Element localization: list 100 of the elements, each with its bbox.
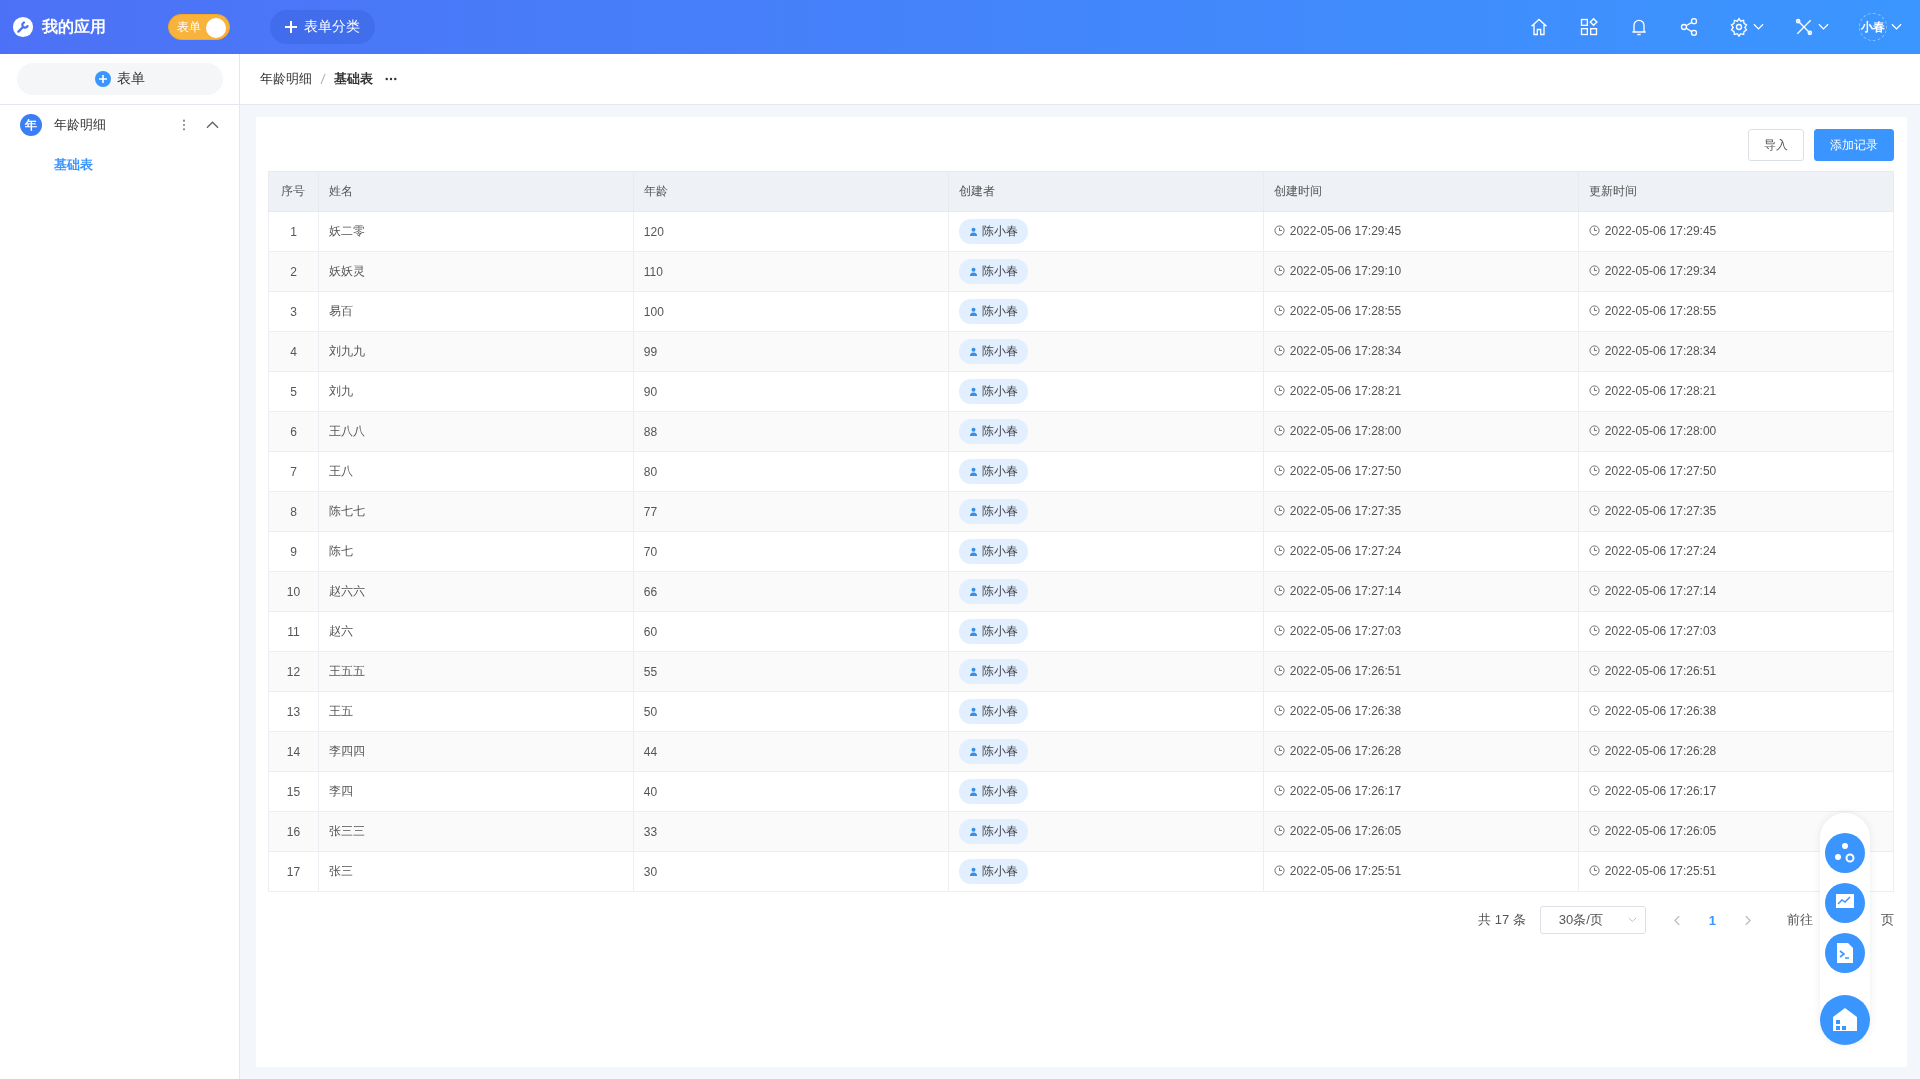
table-cell: 7 bbox=[268, 451, 319, 492]
clock-icon bbox=[1273, 825, 1285, 837]
chevron-icon[interactable] bbox=[206, 121, 219, 129]
plus-icon bbox=[284, 20, 298, 34]
clock-icon bbox=[1588, 705, 1600, 717]
clock-icon bbox=[1588, 465, 1600, 477]
table-cell: 70 bbox=[633, 531, 949, 572]
creator-name: 陈小春 bbox=[981, 863, 1018, 880]
tools-menu[interactable] bbox=[1794, 17, 1829, 37]
table-cell: 李四四 bbox=[318, 731, 634, 772]
app-title: 我的应用 bbox=[42, 16, 106, 37]
house-icon[interactable] bbox=[1820, 995, 1870, 1045]
user-menu[interactable]: 小春 bbox=[1859, 13, 1902, 41]
user-icon bbox=[968, 507, 978, 516]
table-cell: 2022-05-06 17:26:51 bbox=[1604, 663, 1717, 678]
clock-icon bbox=[1588, 825, 1600, 837]
user-icon bbox=[968, 347, 978, 356]
clock-icon bbox=[1588, 625, 1600, 637]
clock-icon bbox=[1588, 585, 1600, 597]
clock-icon bbox=[1273, 865, 1285, 877]
apps-icon[interactable] bbox=[1579, 17, 1599, 37]
breadcrumb-item: 基础表 bbox=[334, 70, 373, 88]
table-cell: 14 bbox=[268, 731, 319, 772]
user-icon bbox=[968, 307, 978, 316]
goto-label: 前往 bbox=[1787, 911, 1813, 929]
column-header: 序号 bbox=[268, 171, 319, 212]
table-cell: 2022-05-06 17:26:28 bbox=[1289, 743, 1402, 758]
table-cell: 2022-05-06 17:26:28 bbox=[1604, 743, 1717, 758]
more-icon[interactable] bbox=[385, 77, 397, 81]
user-icon bbox=[968, 427, 978, 436]
creator-name: 陈小春 bbox=[981, 543, 1018, 560]
tree-item[interactable]: 基础表 bbox=[0, 145, 174, 185]
add-form-button[interactable]: 表单 bbox=[16, 63, 223, 95]
next-page-icon[interactable] bbox=[1744, 914, 1751, 926]
table-cell: 2022-05-06 17:28:34 bbox=[1289, 343, 1402, 358]
table-cell: 12 bbox=[268, 651, 319, 692]
table-cell: 17 bbox=[268, 851, 319, 892]
page-number[interactable]: 1 bbox=[1708, 912, 1716, 928]
table-cell: 55 bbox=[633, 651, 949, 692]
table-cell: 2022-05-06 17:27:35 bbox=[1604, 503, 1717, 518]
table-cell: 2022-05-06 17:25:51 bbox=[1289, 863, 1402, 878]
table-cell: 2 bbox=[268, 251, 319, 292]
column-header: 姓名 bbox=[318, 171, 634, 212]
table-cell: 赵六六 bbox=[318, 571, 634, 612]
user-icon bbox=[968, 667, 978, 676]
share-icon[interactable] bbox=[1679, 17, 1699, 37]
table-cell: 2022-05-06 17:27:03 bbox=[1604, 623, 1717, 638]
table-cell: 2022-05-06 17:27:50 bbox=[1289, 463, 1402, 478]
tree-group[interactable]: 年 年龄明细 bbox=[0, 105, 239, 145]
table-cell: 3 bbox=[268, 291, 319, 332]
table-cell: 40 bbox=[633, 771, 949, 812]
script-file-icon[interactable] bbox=[1825, 933, 1865, 973]
table-cell: 2022-05-06 17:27:03 bbox=[1289, 623, 1402, 638]
table-cell: 100 bbox=[633, 291, 949, 332]
table-cell: 2022-05-06 17:29:10 bbox=[1289, 263, 1402, 278]
column-header: 创建时间 bbox=[1263, 171, 1579, 212]
table-cell: 张三三 bbox=[318, 811, 634, 852]
creator-name: 陈小春 bbox=[981, 663, 1018, 680]
previous-page-icon[interactable] bbox=[1673, 914, 1681, 926]
clock-icon bbox=[1273, 665, 1285, 677]
table-cell: 5 bbox=[268, 371, 319, 412]
page-suffix: 页 bbox=[1881, 911, 1894, 929]
creator-name: 陈小春 bbox=[981, 623, 1018, 640]
clock-icon bbox=[1588, 345, 1600, 357]
creator-name: 陈小春 bbox=[981, 703, 1018, 720]
clock-icon bbox=[1588, 785, 1600, 797]
table-cell: 王五五 bbox=[318, 651, 634, 692]
table-cell: 妖妖灵 bbox=[318, 251, 634, 292]
page-size-select[interactable]: 30条/页 bbox=[1539, 906, 1646, 934]
bell-icon[interactable] bbox=[1629, 17, 1649, 37]
table-cell: 2022-05-06 17:26:05 bbox=[1289, 823, 1402, 838]
table-cell: 2022-05-06 17:28:34 bbox=[1604, 343, 1717, 358]
creator-name: 陈小春 bbox=[981, 423, 1018, 440]
add-record-button[interactable]: 添加记录 bbox=[1814, 129, 1894, 161]
workflow-icon[interactable] bbox=[1825, 833, 1865, 873]
caret-icon bbox=[1627, 917, 1637, 923]
table-cell: 120 bbox=[633, 211, 949, 252]
table-cell: 2022-05-06 17:28:55 bbox=[1604, 303, 1717, 318]
table-cell: 13 bbox=[268, 691, 319, 732]
creator-name: 陈小春 bbox=[981, 823, 1018, 840]
table-cell: 王八 bbox=[318, 451, 634, 492]
home-icon[interactable] bbox=[1529, 17, 1549, 37]
table-cell: 2022-05-06 17:27:24 bbox=[1604, 543, 1717, 558]
settings-menu[interactable] bbox=[1729, 17, 1764, 37]
clock-icon bbox=[1273, 465, 1285, 477]
table-cell: 2022-05-06 17:25:51 bbox=[1604, 863, 1717, 878]
tools-icon bbox=[1794, 17, 1814, 37]
clock-icon bbox=[1273, 265, 1285, 277]
breadcrumb-item[interactable]: 年龄明细 bbox=[260, 70, 312, 88]
table-cell: 2022-05-06 17:26:17 bbox=[1289, 783, 1402, 798]
table-cell: 6 bbox=[268, 411, 319, 452]
user-icon bbox=[968, 627, 978, 636]
clock-icon bbox=[1588, 745, 1600, 757]
form-category-button[interactable]: 表单分类 bbox=[270, 10, 375, 44]
table-cell: 44 bbox=[633, 731, 949, 772]
table-cell: 2022-05-06 17:28:55 bbox=[1289, 303, 1402, 318]
import-button[interactable]: 导入 bbox=[1748, 129, 1804, 161]
table-cell: 4 bbox=[268, 331, 319, 372]
chart-screen-icon[interactable] bbox=[1825, 883, 1865, 923]
settings-icon bbox=[1729, 17, 1749, 37]
